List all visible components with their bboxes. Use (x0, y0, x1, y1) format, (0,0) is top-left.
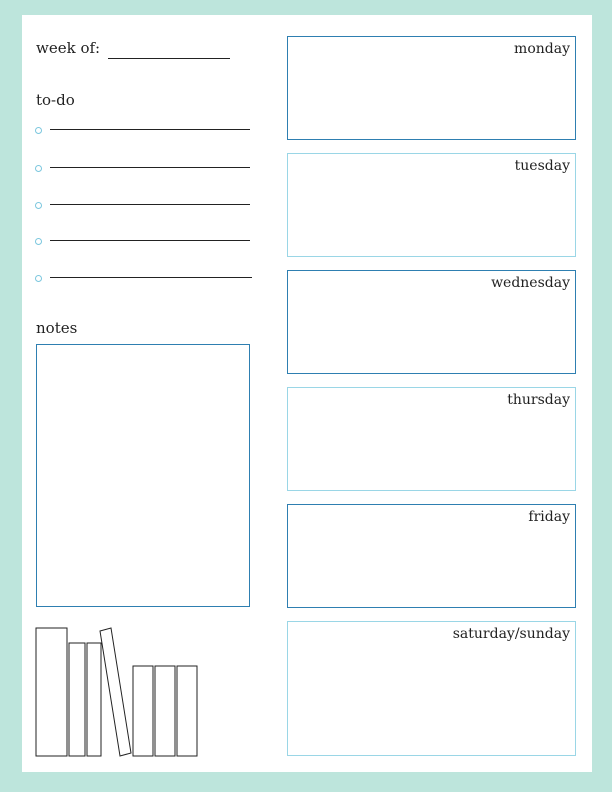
todo-item[interactable] (35, 125, 255, 137)
todo-line[interactable] (50, 240, 250, 241)
todo-item[interactable] (35, 236, 255, 248)
day-box-weekend[interactable]: saturday/sunday (287, 621, 576, 756)
books-illustration-icon (35, 627, 198, 757)
circle-bullet-icon[interactable] (35, 202, 42, 209)
day-box-wednesday[interactable]: wednesday (287, 270, 576, 374)
todo-item[interactable] (35, 163, 255, 175)
notes-title: notes (36, 319, 78, 337)
book-spine (132, 665, 154, 757)
planner-sheet: week of: to-do notes monday tuesday wedn… (22, 15, 592, 772)
day-label: tuesday (514, 158, 570, 174)
circle-bullet-icon[interactable] (35, 275, 42, 282)
day-label: friday (528, 509, 570, 525)
day-box-thursday[interactable]: thursday (287, 387, 576, 491)
todo-line[interactable] (50, 204, 250, 205)
book-spine (68, 642, 86, 757)
leaning-book (99, 627, 132, 757)
circle-bullet-icon[interactable] (35, 238, 42, 245)
circle-bullet-icon[interactable] (35, 165, 42, 172)
week-of-field[interactable] (108, 58, 230, 59)
day-label: wednesday (491, 275, 570, 291)
day-box-tuesday[interactable]: tuesday (287, 153, 576, 257)
todo-title: to-do (36, 91, 75, 109)
book-spine (35, 627, 68, 757)
todo-line[interactable] (50, 277, 252, 278)
book-spine (86, 642, 102, 757)
todo-item[interactable] (35, 200, 255, 212)
day-box-friday[interactable]: friday (287, 504, 576, 608)
week-of-label: week of: (36, 39, 101, 57)
book-spine (176, 665, 198, 757)
todo-item[interactable] (35, 273, 255, 285)
day-box-monday[interactable]: monday (287, 36, 576, 140)
todo-line[interactable] (50, 129, 250, 130)
day-label: thursday (507, 392, 570, 408)
todo-line[interactable] (50, 167, 250, 168)
day-label: saturday/sunday (452, 626, 570, 642)
circle-bullet-icon[interactable] (35, 127, 42, 134)
book-spine (154, 665, 176, 757)
day-label: monday (514, 41, 570, 57)
notes-box[interactable] (36, 344, 250, 607)
